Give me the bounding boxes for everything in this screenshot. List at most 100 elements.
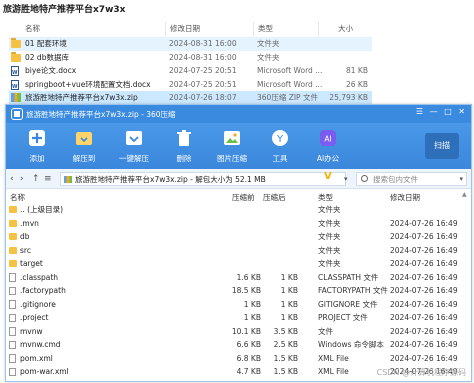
- skin-icon[interactable]: ☰: [416, 107, 425, 116]
- col-size-header[interactable]: 压缩前: [232, 191, 255, 204]
- col-type-header[interactable]: 类型: [318, 191, 333, 204]
- file-size: 81 KB: [346, 66, 368, 75]
- up-folder-icon[interactable]: ↑: [32, 172, 40, 186]
- col-csize-header[interactable]: 压缩后: [263, 191, 286, 204]
- file-type: XML File: [318, 353, 349, 363]
- file-list: .. (上级目录) 文件夹 .mvn 文件夹 2024-07-26 16:49 db 文件夹…: [6, 204, 471, 383]
- file-row[interactable]: target 文件夹 2024-07-26 16:49: [6, 258, 471, 269]
- file-row[interactable]: .mvn 文件夹 2024-07-26 16:49: [6, 218, 471, 229]
- file-date: 2024-08-31 16:00: [169, 52, 237, 62]
- search-input[interactable]: 搜索包内文件 ▾: [356, 172, 467, 186]
- file-row[interactable]: pom.xml 6.8 KB 1.5 KB XML File 2024-07-26 16…: [6, 353, 471, 364]
- file-row[interactable]: .gitignore 1 KB 1 KB GITIGNORE 文件 2024-07-26…: [6, 299, 471, 310]
- file-type: 360压缩 ZIP 文件: [257, 93, 318, 102]
- archive-path-field[interactable]: 旅游胜地特产推荐平台x7w3x.zip - 解包大小为 52.1 MB: [60, 172, 346, 186]
- explorer-window: 旅游胜地特产推荐平台x7w3x 名称 修改日期 类型 大小 01 配套环境 202…: [0, 0, 474, 110]
- image-compress-icon: [223, 129, 241, 147]
- scan-button[interactable]: 扫描: [425, 133, 459, 159]
- word-icon: [11, 79, 19, 94]
- file-row[interactable]: db 文件夹 2024-07-26 16:49: [6, 231, 471, 242]
- file-row[interactable]: .classpath 1.6 KB 1 KB CLASSPATH 文件 2024-07-…: [6, 272, 471, 283]
- dropdown-arrow-icon[interactable]: ▾: [344, 172, 356, 186]
- toolbar-button-label: 工具: [272, 154, 288, 163]
- file-type: 文件: [318, 326, 333, 336]
- column-divider[interactable]: [253, 22, 254, 36]
- column-divider[interactable]: [318, 22, 319, 36]
- chevron-down-icon[interactable]: V: [324, 171, 332, 182]
- zip-icon: [64, 176, 72, 183]
- file-type: FACTORYPATH 文件: [318, 286, 388, 295]
- explorer-row[interactable]: springboot+vue环境配置文档.docx 2024-07-25 20:5…: [9, 78, 372, 94]
- file-type: Microsoft Word ...: [257, 79, 323, 89]
- col-date-header[interactable]: 修改日期: [170, 22, 200, 36]
- col-type-header[interactable]: 类型: [258, 22, 273, 36]
- file-date: 2024-07-26 16:49: [390, 313, 458, 322]
- file-date: 2024-07-26 18:07: [169, 93, 237, 102]
- tools-icon: Y: [271, 129, 289, 147]
- file-date: 2024-07-26 16:49: [390, 218, 458, 228]
- file-date: 2024-07-26 16:49: [390, 299, 458, 309]
- minimize-icon[interactable]: —: [430, 107, 440, 116]
- file-icon: [9, 313, 16, 322]
- back-icon[interactable]: ‹: [10, 172, 18, 186]
- explorer-row[interactable]: 01 配套环境 2024-08-31 16:00 文件夹: [9, 37, 372, 51]
- app-logo-icon: [11, 108, 23, 120]
- toolbar-button[interactable]: AI AI办公: [308, 129, 348, 167]
- file-name: .factorypath: [20, 286, 66, 295]
- col-name-header[interactable]: 名称: [25, 22, 40, 36]
- extract-to-icon: [75, 129, 93, 147]
- archive-window: 旅游胜地特产推荐平台x7w3x.zip - 360压缩 ☰ — □ ✕ 添加 解压…: [5, 104, 472, 382]
- file-row[interactable]: .project 1 KB 1 KB PROJECT 文件 2024-07-26 16:…: [6, 312, 471, 323]
- maximize-icon[interactable]: □: [444, 107, 454, 116]
- col-name-header[interactable]: 名称: [10, 191, 25, 204]
- explorer-row[interactable]: biye论文.docx 2024-07-25 20:51 Microsoft Wor…: [9, 64, 372, 81]
- svg-text:AI: AI: [324, 135, 331, 144]
- forward-icon[interactable]: ›: [20, 172, 28, 186]
- file-row[interactable]: src 文件夹 2024-07-26 16:49: [6, 245, 471, 256]
- folder-icon: [9, 246, 17, 254]
- explorer-row[interactable]: 02 db数据库 2024-08-31 16:00 文件夹: [9, 51, 372, 65]
- search-dropdown-icon[interactable]: ▾: [459, 173, 463, 186]
- file-name: 旅游胜地特产推荐平台x7w3x.zip: [25, 93, 138, 102]
- view-icon[interactable]: ≡: [44, 172, 52, 186]
- close-icon[interactable]: ✕: [458, 107, 467, 116]
- compressed-size: 3.5 KB: [273, 326, 298, 336]
- file-row[interactable]: .. (上级目录) 文件夹: [6, 204, 471, 215]
- folder-icon: [9, 219, 17, 227]
- toolbar-button-label: 一键解压: [119, 154, 149, 163]
- toolbar-button[interactable]: 图片压缩: [212, 129, 252, 167]
- toolbar-button[interactable]: 一键解压: [114, 129, 154, 167]
- compressed-size: 1.5 KB: [273, 367, 298, 376]
- window-controls: ☰ — □ ✕: [416, 107, 467, 116]
- search-icon: [361, 175, 368, 182]
- file-name: 02 db数据库: [25, 52, 69, 62]
- file-row[interactable]: mvnw 10.1 KB 3.5 KB 文件 2024-07-26 16:49: [6, 326, 471, 337]
- archive-path-text: 旅游胜地特产推荐平台x7w3x.zip - 解包大小为 52.1 MB: [75, 175, 266, 184]
- file-row[interactable]: mvnw.cmd 6.6 KB 2.5 KB Windows 命令脚本 2024-07-…: [6, 339, 471, 350]
- scroll-up-icon[interactable]: ▲: [462, 191, 467, 198]
- file-type: 文件夹: [318, 245, 341, 255]
- col-size-header[interactable]: 大小: [338, 22, 353, 36]
- scrollbar[interactable]: ▲: [460, 191, 470, 380]
- file-name: mvnw: [20, 326, 43, 336]
- archive-titlebar[interactable]: 旅游胜地特产推荐平台x7w3x.zip - 360压缩 ☰ — □ ✕: [6, 105, 471, 123]
- toolbar-button[interactable]: 解压到: [64, 129, 104, 167]
- file-icon: [9, 286, 16, 295]
- file-icon: [9, 300, 16, 309]
- explorer-title: 旅游胜地特产推荐平台x7w3x: [3, 5, 126, 15]
- explorer-row[interactable]: 旅游胜地特产推荐平台x7w3x.zip 2024-07-26 18:07 360压缩…: [9, 91, 372, 105]
- column-divider[interactable]: [165, 22, 166, 36]
- toolbar-button[interactable]: Y 工具: [260, 129, 300, 167]
- file-type: GITIGNORE 文件: [318, 299, 378, 309]
- compressed-size: 1 KB: [280, 272, 298, 282]
- ai-icon: AI: [319, 129, 337, 147]
- toolbar-button[interactable]: 删除: [164, 129, 204, 167]
- file-type: Microsoft Word ...: [257, 66, 323, 75]
- compressed-size: 1.5 KB: [273, 353, 298, 363]
- file-row[interactable]: .factorypath 18.5 KB 1 KB FACTORYPATH 文件 202…: [6, 285, 471, 296]
- col-date-header[interactable]: 修改日期: [390, 191, 420, 204]
- file-icon: [9, 354, 16, 363]
- one-click-extract-icon: [125, 129, 143, 147]
- file-icon: [9, 340, 16, 349]
- toolbar-button[interactable]: 添加: [17, 129, 57, 167]
